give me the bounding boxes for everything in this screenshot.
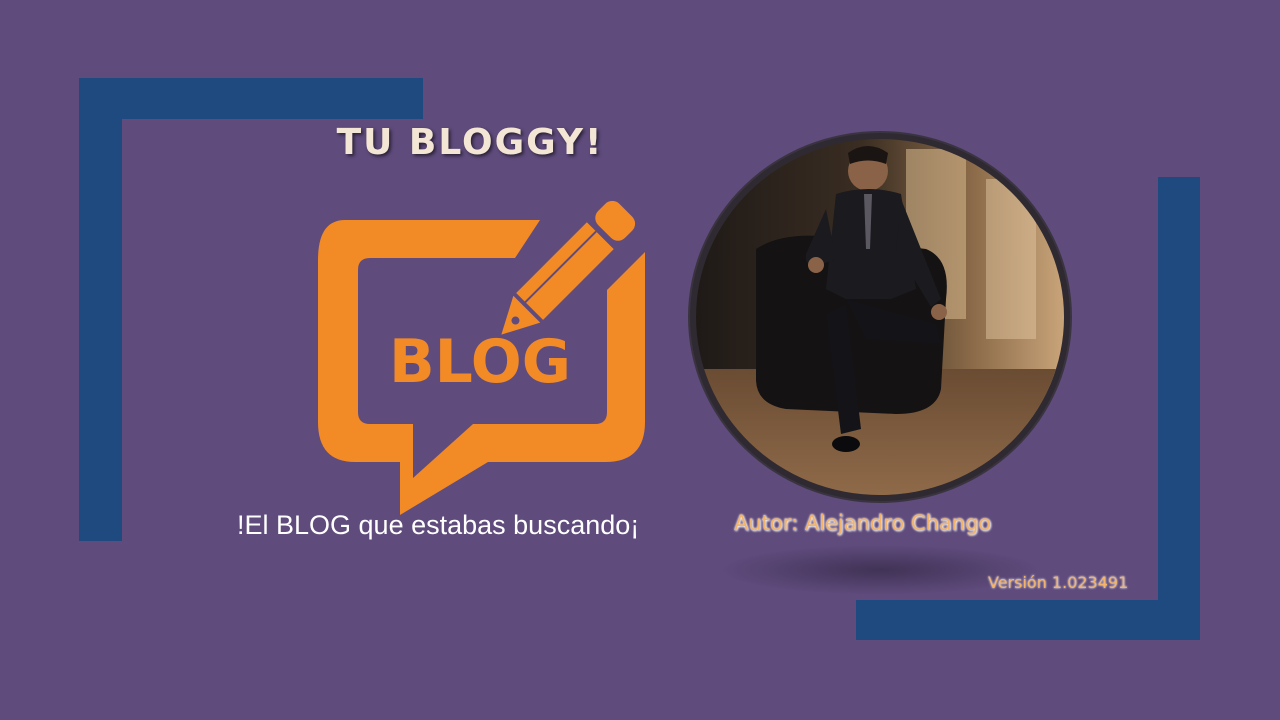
slide-title: TU BLOGGY! — [336, 122, 604, 163]
frame-bottom-right-horizontal — [856, 600, 1200, 640]
frame-top-left-vertical — [79, 78, 122, 541]
logo-text: BLOG — [389, 327, 571, 397]
blog-logo-icon: BLOG — [318, 200, 645, 515]
title-slide: TU BLOGGY! BLOG !El BLOG que estabas bus… — [0, 0, 1280, 720]
frame-bottom-right-vertical — [1158, 177, 1200, 640]
tagline: !El BLOG que estabas buscando¡ — [237, 510, 640, 540]
author-photo — [696, 139, 1064, 495]
version-label: Versión 1.023491 — [988, 573, 1129, 592]
frame-top-left-horizontal — [79, 78, 423, 119]
author-label: Autor: Alejandro Chango — [734, 511, 992, 535]
